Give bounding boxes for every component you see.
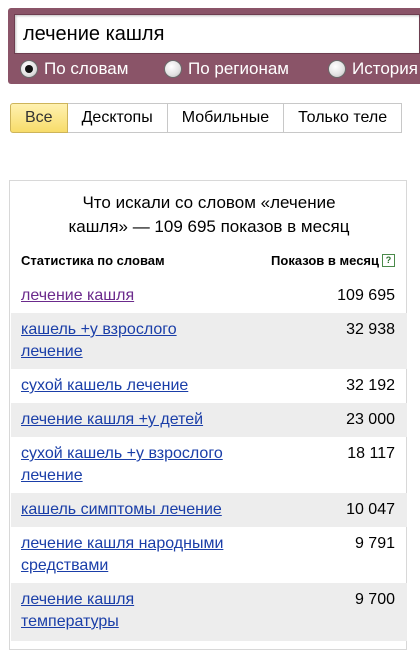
radio-checked-icon: [20, 60, 38, 78]
impressions-count: 23 000: [346, 411, 395, 428]
help-icon[interactable]: ?: [382, 254, 395, 268]
radio-history[interactable]: История: [328, 56, 418, 82]
table-row: кашель +у взрослого лечение 32 938: [11, 313, 407, 369]
phrase-link[interactable]: кашель +у взрослого лечение: [21, 319, 201, 363]
phrase-link[interactable]: лечение кашля температуры: [21, 589, 161, 633]
phrase-link[interactable]: кашель симптомы лечение: [21, 499, 251, 521]
search-header: По словам По регионам История: [8, 8, 420, 84]
tab-all[interactable]: Все: [10, 103, 68, 133]
impressions-count: 18 117: [347, 445, 395, 462]
impressions-count: 32 192: [346, 377, 395, 394]
phrase-link[interactable]: лечение кашля народными средствами: [21, 533, 247, 577]
results-title: Что искали со словом «лечение кашля» — 1…: [10, 191, 408, 239]
results-title-text: Что искали со словом «лечение кашля» — 1…: [68, 193, 350, 236]
results-card: Что искали со словом «лечение кашля» — 1…: [9, 180, 407, 650]
impressions-count: 32 938: [346, 321, 395, 338]
table-row: сухой кашель лечение 32 192: [11, 369, 407, 403]
table-row: лечение кашля 109 695: [11, 279, 407, 313]
impressions-count: 9 791: [354, 535, 395, 552]
table-row: лечение кашля +у детей 23 000: [11, 403, 407, 437]
phrase-link[interactable]: сухой кашель +у взрослого лечение: [21, 443, 247, 487]
radio-label: По словам: [44, 59, 129, 78]
column-header-phrase: Статистика по словам: [21, 253, 165, 268]
tab-phones-only[interactable]: Только теле: [284, 103, 403, 133]
radio-label: По регионам: [188, 59, 289, 78]
phrase-link[interactable]: лечение кашля +у детей: [21, 409, 251, 431]
search-input[interactable]: [23, 15, 419, 53]
column-header-count-label: Показов в месяц: [271, 253, 379, 268]
radio-by-regions[interactable]: По регионам: [164, 56, 289, 82]
table-row: кашель симптомы лечение 10 047: [11, 493, 407, 527]
device-tabs: Все Десктопы Мобильные Только теле: [10, 103, 420, 133]
impressions-count: 9 700: [354, 591, 395, 608]
column-header-count: Показов в месяц?: [271, 253, 395, 268]
radio-by-words[interactable]: По словам: [20, 56, 128, 82]
radio-label: История: [352, 59, 418, 78]
radio-unchecked-icon: [164, 60, 182, 78]
impressions-count: 10 047: [346, 501, 395, 518]
table-row: сухой кашель +у взрослого лечение 18 117: [11, 437, 407, 493]
phrase-link[interactable]: лечение кашля: [21, 285, 251, 307]
search-box[interactable]: [14, 14, 420, 54]
table-row: лечение кашля народными средствами 9 791: [11, 527, 407, 583]
radio-unchecked-icon: [328, 60, 346, 78]
tab-mobile[interactable]: Мобильные: [167, 103, 285, 133]
phrase-link[interactable]: сухой кашель лечение: [21, 375, 251, 397]
tab-desktops[interactable]: Десктопы: [67, 103, 168, 133]
table-row: лечение кашля температуры 9 700: [11, 583, 407, 641]
impressions-count: 109 695: [337, 287, 395, 304]
search-mode-group: По словам По регионам История: [8, 56, 420, 82]
